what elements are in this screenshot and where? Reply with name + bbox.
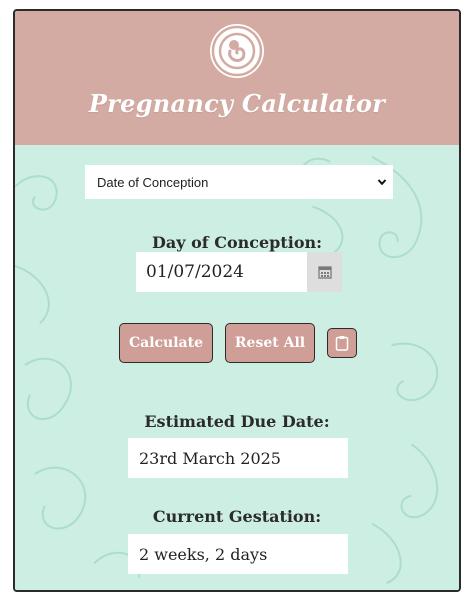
date-label: Day of Conception:: [151, 233, 323, 252]
chevron-down-icon: [377, 175, 387, 186]
gestation-output: 2 weeks, 2 days: [128, 534, 348, 574]
calculator-header: Pregnancy Calculator: [15, 11, 459, 145]
calculator-body: Date of Conception Day of Conception: 01…: [15, 145, 459, 590]
selected-method: Date of Conception: [97, 174, 209, 190]
due-date-label: Estimated Due Date:: [144, 412, 330, 431]
copy-button[interactable]: [327, 328, 357, 358]
due-date-output: 23rd March 2025: [128, 438, 348, 478]
clipboard-icon: [335, 336, 349, 351]
calendar-button[interactable]: [307, 252, 342, 292]
baby-in-womb-icon: [210, 24, 264, 78]
reset-all-button[interactable]: Reset All: [225, 323, 315, 363]
page-title: Pregnancy Calculator: [88, 89, 386, 118]
calculate-button[interactable]: Calculate: [119, 323, 213, 363]
conception-date-input[interactable]: 01/07/2024: [136, 252, 307, 292]
pregnancy-calculator-widget: Pregnancy Calculator Date of Conception: [13, 9, 461, 592]
calendar-icon: [317, 266, 332, 279]
calculation-method-select[interactable]: Date of Conception: [85, 165, 393, 199]
gestation-label: Current Gestation:: [152, 507, 322, 526]
